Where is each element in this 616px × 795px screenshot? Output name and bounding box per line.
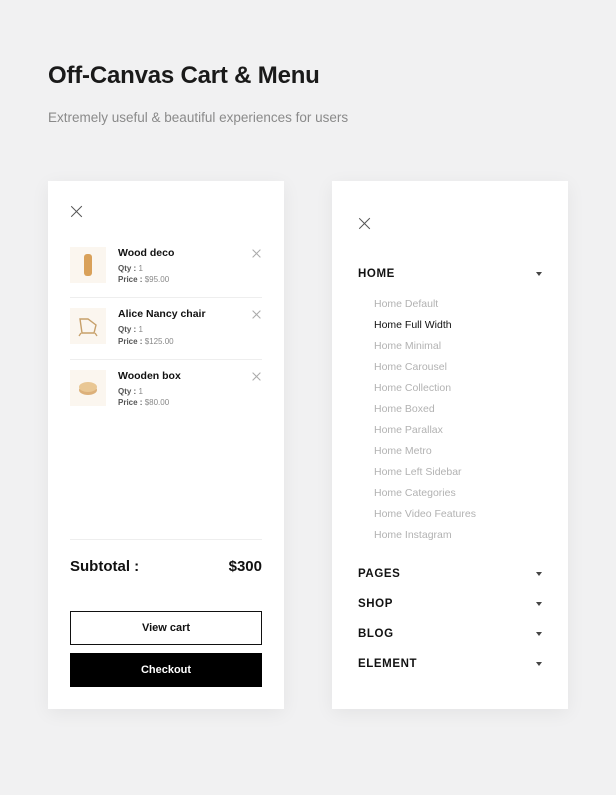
submenu-item[interactable]: Home Minimal [374, 335, 542, 356]
remove-item-icon[interactable] [252, 249, 262, 259]
submenu-item[interactable]: Home Default [374, 293, 542, 314]
menu-section-label: BLOG [358, 628, 394, 640]
menu-section-label: PAGES [358, 568, 400, 580]
submenu-item[interactable]: Home Instagram [374, 524, 542, 545]
menu-section-blog[interactable]: BLOG [358, 619, 542, 649]
cart-item: Alice Nancy chair Qty : 1 Price : $125.0… [70, 298, 262, 359]
cart-item: Wood deco Qty : 1 Price : $95.00 [70, 237, 262, 298]
close-icon[interactable] [358, 217, 372, 231]
item-meta: Qty : 1 Price : $125.00 [118, 324, 252, 346]
remove-item-icon[interactable] [252, 372, 262, 382]
chevron-down-icon [536, 602, 542, 606]
menu-section-home[interactable]: HOME [358, 259, 542, 289]
remove-item-icon[interactable] [252, 310, 262, 320]
menu-section-label: SHOP [358, 598, 393, 610]
cart-panel: Wood deco Qty : 1 Price : $95.00 Alice N… [48, 181, 284, 709]
submenu-item[interactable]: Home Full Width [374, 314, 542, 335]
menu-panel: HOME Home DefaultHome Full WidthHome Min… [332, 181, 568, 709]
chevron-down-icon [536, 662, 542, 666]
page-subtitle: Extremely useful & beautiful experiences… [48, 110, 568, 125]
submenu-item[interactable]: Home Categories [374, 482, 542, 503]
item-name: Alice Nancy chair [118, 308, 252, 320]
chevron-down-icon [536, 272, 542, 276]
menu-section-element[interactable]: ELEMENT [358, 649, 542, 679]
submenu-home: Home DefaultHome Full WidthHome MinimalH… [358, 289, 542, 559]
product-thumb [70, 370, 106, 406]
subtotal-label: Subtotal : [70, 558, 139, 575]
chevron-down-icon [536, 632, 542, 636]
chevron-down-icon [536, 572, 542, 576]
cart-items: Wood deco Qty : 1 Price : $95.00 Alice N… [70, 237, 262, 420]
submenu-item[interactable]: Home Metro [374, 440, 542, 461]
submenu-item[interactable]: Home Video Features [374, 503, 542, 524]
item-meta: Qty : 1 Price : $95.00 [118, 263, 252, 285]
close-icon[interactable] [70, 205, 84, 219]
cart-item: Wooden box Qty : 1 Price : $80.00 [70, 360, 262, 420]
submenu-item[interactable]: Home Left Sidebar [374, 461, 542, 482]
page-title: Off-Canvas Cart & Menu [48, 62, 568, 90]
submenu-item[interactable]: Home Carousel [374, 356, 542, 377]
menu-section-shop[interactable]: SHOP [358, 589, 542, 619]
item-name: Wooden box [118, 370, 252, 382]
submenu-item[interactable]: Home Boxed [374, 398, 542, 419]
menu-section-label: ELEMENT [358, 658, 417, 670]
product-thumb [70, 247, 106, 283]
view-cart-button[interactable]: View cart [70, 611, 262, 645]
menu-section-pages[interactable]: PAGES [358, 559, 542, 589]
subtotal-value: $300 [229, 558, 262, 575]
submenu-item[interactable]: Home Collection [374, 377, 542, 398]
product-thumb [70, 308, 106, 344]
menu-section-label: HOME [358, 268, 395, 280]
subtotal-row: Subtotal : $300 [70, 539, 262, 575]
checkout-button[interactable]: Checkout [70, 653, 262, 687]
item-name: Wood deco [118, 247, 252, 259]
submenu-item[interactable]: Home Parallax [374, 419, 542, 440]
item-meta: Qty : 1 Price : $80.00 [118, 386, 252, 408]
